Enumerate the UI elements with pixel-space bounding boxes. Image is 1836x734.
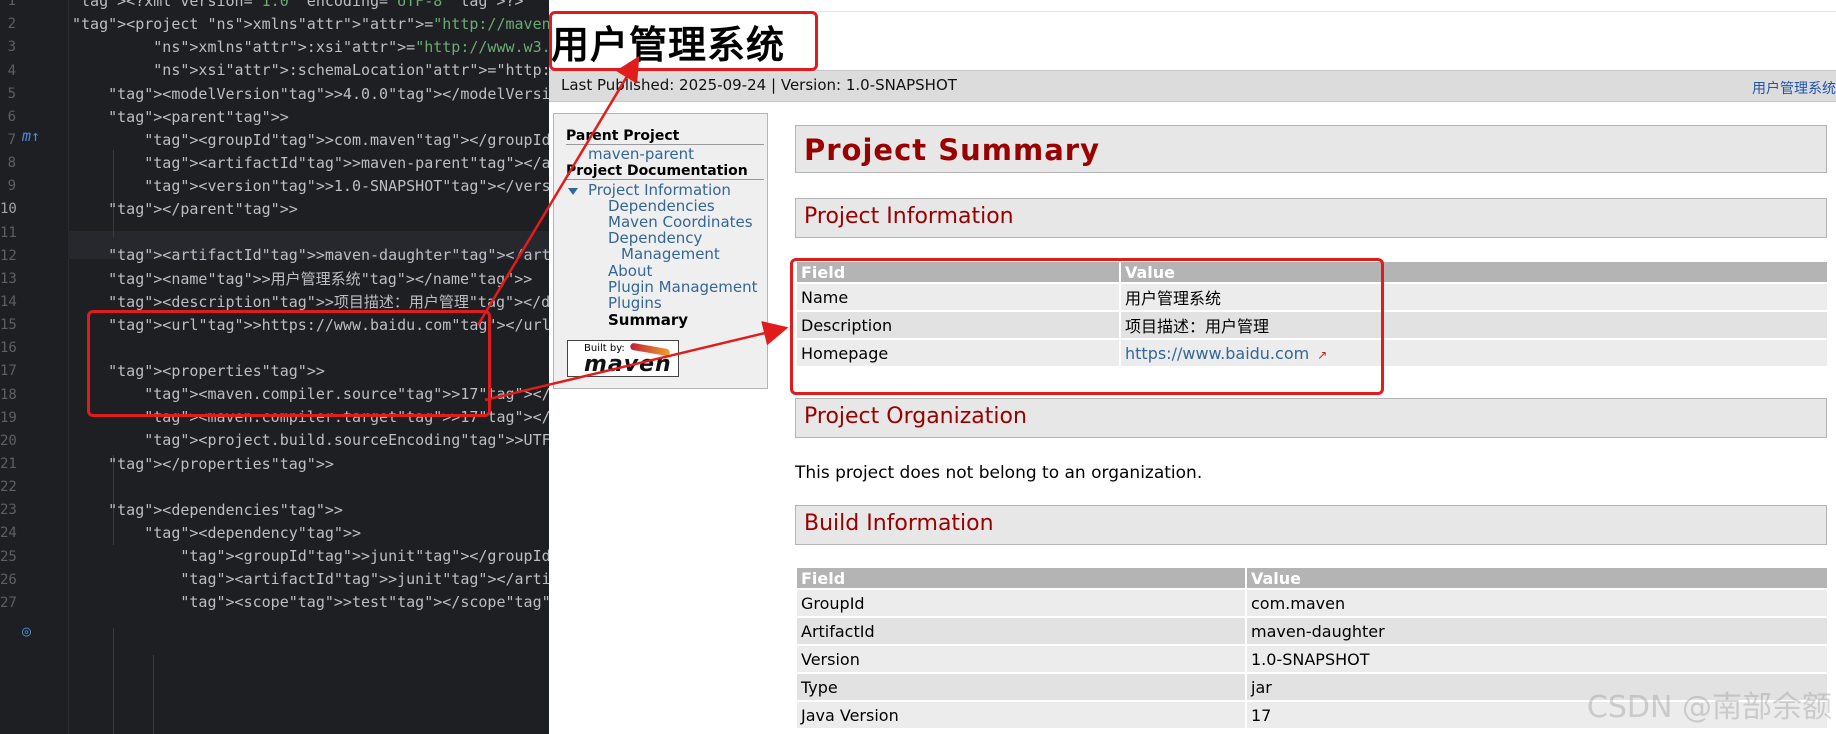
left-navigation: Parent Project maven-parent Project Docu… [553, 113, 768, 389]
value-groupid: com.maven [1247, 590, 1827, 616]
homepage-link[interactable]: https://www.baidu.com [1125, 344, 1309, 363]
nav-link-dependency-management[interactable]: Dependency [608, 230, 702, 246]
value-artifactid: maven-daughter [1247, 618, 1827, 644]
nav-heading-project-documentation: Project Documentation [566, 163, 764, 180]
expand-triangle-icon[interactable] [568, 188, 578, 195]
published-date: Last Published: 2025-09-24 [561, 76, 767, 94]
maven-logo-text: maven [584, 352, 672, 377]
editor-gutter: 1 2 3 4 5 6 7 8 9 10 11 12 13 14 15 16 1… [0, 0, 69, 734]
code-line[interactable]: "tag"></parent"tag">> [72, 196, 549, 224]
field-name: Name [797, 284, 1119, 310]
value-description: 项目描述：用户管理 [1121, 312, 1827, 338]
table-row: ArtifactId maven-daughter [797, 618, 1827, 644]
nav-link-maven-parent[interactable]: maven-parent [588, 146, 694, 162]
nav-link-project-information[interactable]: Project Information [588, 182, 731, 198]
project-information-heading: Project Information [795, 198, 1827, 238]
field-groupid: GroupId [797, 590, 1245, 616]
code-line[interactable]: "tag"><url"tag">>https://www.baidu.com"t… [72, 312, 549, 340]
field-version: Version [797, 646, 1245, 672]
code-line[interactable]: "tag"></properties"tag">> [72, 451, 549, 479]
organization-text: This project does not belong to an organ… [795, 463, 1203, 483]
nav-item-summary-selected: Summary [608, 311, 689, 329]
nav-heading-parent-project: Parent Project [566, 128, 764, 145]
site-title: 用户管理系统 [551, 23, 786, 67]
project-information-title: Project Information [804, 204, 1014, 229]
build-information-title: Build Information [804, 511, 994, 536]
built-by-maven-logo[interactable]: Built by: maven [567, 340, 679, 377]
nav-link-about[interactable]: About [608, 263, 652, 279]
field-type: Type [797, 674, 1245, 700]
maven-parent-gutter-icon[interactable]: m↑ [22, 123, 40, 151]
home-link[interactable]: 用户管理系统 [1752, 78, 1836, 98]
code-editor[interactable]: 1 2 3 4 5 6 7 8 9 10 11 12 13 14 15 16 1… [0, 0, 549, 734]
table-row: Name 用户管理系统 [797, 284, 1827, 310]
breadcrumb-separator: | [771, 76, 777, 94]
column-header-value: Value [1247, 568, 1827, 588]
project-organization-title: Project Organization [804, 404, 1027, 429]
field-description: Description [797, 312, 1119, 338]
project-organization-heading: Project Organization [795, 398, 1827, 438]
nav-link-maven-coordinates[interactable]: Maven Coordinates [608, 214, 753, 230]
value-version: 1.0-SNAPSHOT [1247, 646, 1827, 672]
field-homepage: Homepage [797, 340, 1119, 366]
field-artifactid: ArtifactId [797, 618, 1245, 644]
project-summary-title: Project Summary [804, 133, 1100, 167]
published-info: Last Published: 2025-09-24 | Version: 1.… [561, 76, 957, 94]
field-java-version: Java Version [797, 702, 1245, 728]
site-version: Version: 1.0-SNAPSHOT [780, 76, 957, 94]
value-name: 用户管理系统 [1121, 284, 1827, 310]
value-homepage: https://www.baidu.com ↗ [1121, 340, 1827, 366]
nav-link-plugins[interactable]: Plugins [608, 295, 662, 311]
table-row: GroupId com.maven [797, 590, 1827, 616]
nav-link-plugin-management[interactable]: Plugin Management [608, 279, 758, 295]
line-number: 27 [0, 595, 17, 611]
table-row: Description 项目描述：用户管理 [797, 312, 1827, 338]
nav-link-dependency-management-cont[interactable]: Management [621, 246, 720, 262]
table-row: Version 1.0-SNAPSHOT [797, 646, 1827, 672]
maven-site-page: 用户管理系统 Last Published: 2025-09-24 | Vers… [549, 0, 1836, 734]
external-link-icon: ↗ [1317, 347, 1328, 362]
breadcrumb-bar: Last Published: 2025-09-24 | Version: 1.… [549, 70, 1836, 102]
browser-top-strip [549, 0, 1836, 12]
column-header-field: Field [797, 262, 1119, 282]
run-target-gutter-icon[interactable]: ◎ [22, 618, 31, 646]
csdn-watermark: CSDN @南部余额 [1586, 690, 1832, 725]
table-row: Homepage https://www.baidu.com ↗ [797, 340, 1827, 366]
code-line[interactable]: "tag"><scope"tag">>test"tag"></scope"tag… [72, 589, 549, 617]
project-summary-heading: Project Summary [795, 125, 1827, 173]
build-information-heading: Build Information [795, 505, 1827, 545]
project-information-table: Field Value Name 用户管理系统 Description 项目描述… [795, 260, 1829, 368]
nav-link-dependencies[interactable]: Dependencies [608, 198, 715, 214]
column-header-field: Field [797, 568, 1245, 588]
column-header-value: Value [1121, 262, 1827, 282]
